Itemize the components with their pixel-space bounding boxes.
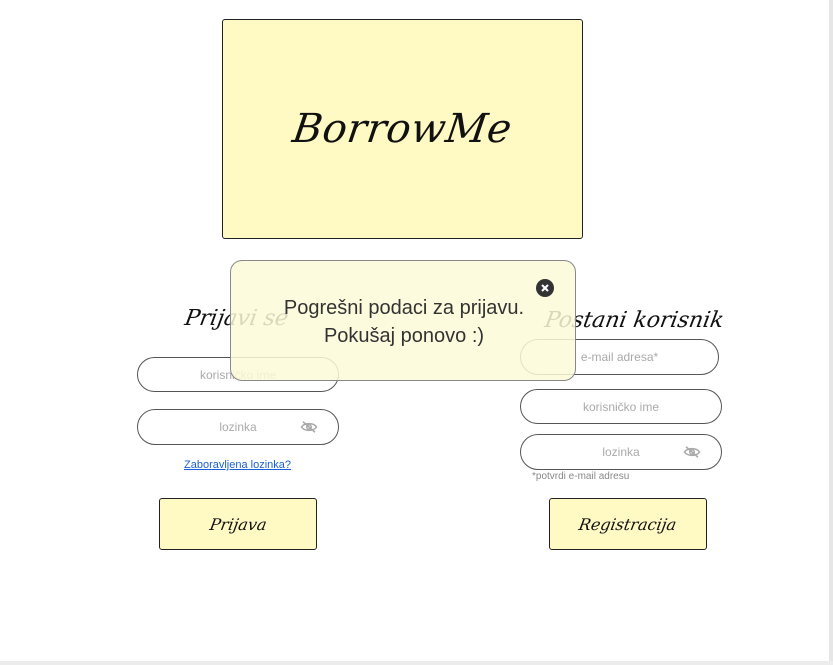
forgot-password-link[interactable]: Zaboravljena lozinka? bbox=[184, 459, 291, 471]
login-button[interactable]: Prijava bbox=[159, 498, 317, 550]
login-password-input[interactable]: lozinka bbox=[137, 409, 339, 445]
register-button-label: Registracija bbox=[577, 514, 679, 534]
register-username-input[interactable]: korisničko ime bbox=[520, 389, 722, 424]
logo-text: BorrowMe bbox=[289, 106, 516, 152]
register-password-placeholder: lozinka bbox=[602, 445, 640, 459]
window-edge-right bbox=[829, 0, 833, 665]
eye-off-icon[interactable] bbox=[683, 445, 701, 459]
login-button-label: Prijava bbox=[208, 514, 268, 534]
window-edge-bottom bbox=[0, 661, 833, 665]
toast-message-line2: Pokušaj ponovo :) bbox=[323, 325, 485, 347]
toast-message: Pogrešni podaci za prijavu. Pokušaj pono… bbox=[231, 294, 577, 350]
register-password-input[interactable]: lozinka bbox=[520, 434, 722, 470]
email-confirm-hint: *potvrdi e-mail adresu bbox=[532, 471, 630, 482]
register-username-placeholder: korisničko ime bbox=[582, 399, 660, 414]
login-password-placeholder: lozinka bbox=[219, 420, 257, 434]
register-button[interactable]: Registracija bbox=[549, 498, 707, 550]
eye-off-icon[interactable] bbox=[300, 420, 318, 434]
register-email-placeholder: e-mail adresa* bbox=[580, 350, 659, 364]
toast-message-line1: Pogrešni podaci za prijavu. bbox=[283, 297, 525, 319]
logo-banner: BorrowMe bbox=[222, 19, 583, 239]
login-error-toast: Pogrešni podaci za prijavu. Pokušaj pono… bbox=[230, 260, 576, 381]
